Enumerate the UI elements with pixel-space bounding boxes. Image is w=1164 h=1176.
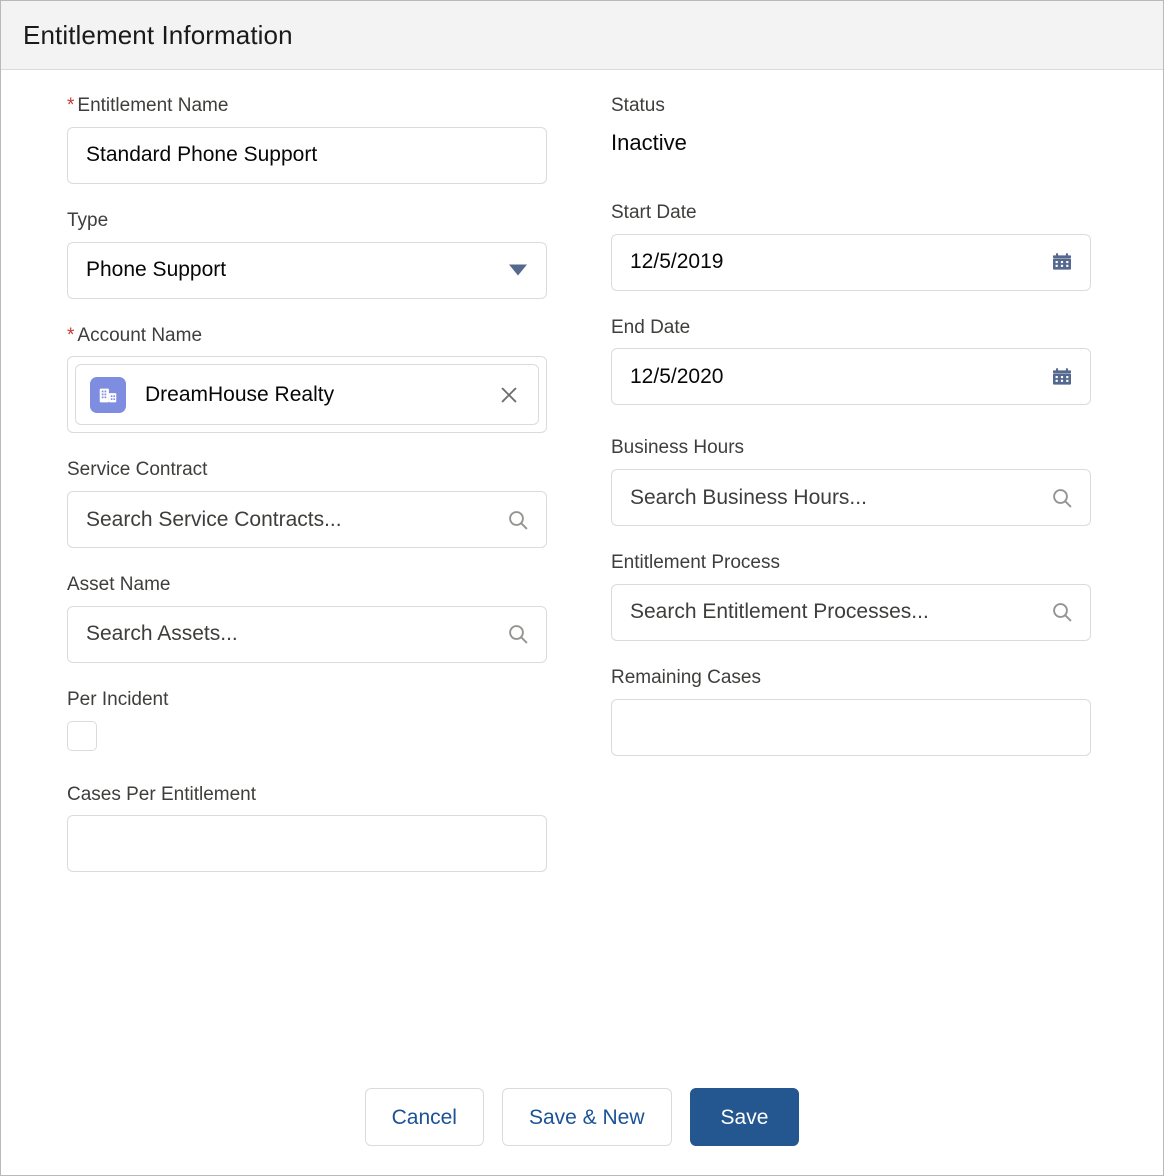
- label-remaining-cases: Remaining Cases: [611, 666, 761, 688]
- business-hours-input-wrap: [611, 469, 1091, 526]
- field-entitlement-process: Entitlement Process: [611, 551, 1091, 641]
- modal-footer: Cancel Save & New Save: [1, 1059, 1163, 1175]
- asset-name-input-wrap: [67, 605, 547, 663]
- label-cases-per-entitlement: Cases Per Entitlement: [67, 783, 257, 805]
- form-grid: *Entitlement Name Type *Account Name: [67, 94, 1097, 897]
- save-and-new-button[interactable]: Save & New: [501, 1088, 672, 1146]
- field-account-name: * Account Name DreamHouse Realty: [67, 324, 547, 434]
- field-per-incident: Per Incident: [67, 688, 547, 751]
- modal-header: Entitlement Information: [1, 1, 1163, 70]
- service-contract-input[interactable]: [67, 491, 547, 548]
- status-value: Inactive: [611, 129, 687, 155]
- entitlement-process-input-wrap: [611, 583, 1091, 641]
- entitlement-edit-modal: Entitlement Information * Entitlement Nam…: [0, 0, 1164, 1176]
- remaining-cases-input[interactable]: [611, 698, 1091, 756]
- required-asterisk: *: [67, 324, 75, 346]
- chevron-down-icon: [509, 264, 527, 276]
- service-contract-input-wrap: [67, 491, 547, 548]
- label-service-contract: Service Contract: [67, 459, 208, 481]
- required-asterisk: *: [67, 95, 75, 116]
- label-business-hours: Business Hours: [611, 437, 745, 459]
- field-end-date: End Date: [611, 316, 1091, 406]
- close-icon: [501, 387, 517, 403]
- field-asset-name: Asset Name: [67, 573, 547, 663]
- asset-name-input[interactable]: [67, 605, 547, 663]
- field-entitlement-name: * Entitlement Name: [67, 94, 547, 184]
- entitlement-name-input[interactable]: [67, 126, 547, 184]
- account-lookup-container: DreamHouse Realty: [67, 356, 547, 434]
- field-service-contract: Service Contract: [67, 458, 547, 548]
- end-date-input-wrap: [611, 348, 1091, 406]
- form-column-right: Status Inactive Start Date 12/5/2019 End…: [611, 94, 1091, 897]
- label-end-date: End Date: [611, 316, 691, 338]
- per-incident-checkbox[interactable]: [67, 720, 97, 751]
- account-building-icon: [90, 376, 126, 413]
- cases-per-entitlement-input-wrap: [67, 815, 547, 873]
- label-account-name: * Account Name: [67, 324, 203, 346]
- account-name-value: DreamHouse Realty: [145, 382, 335, 406]
- field-business-hours: Business Hours: [611, 436, 1091, 526]
- entitlement-name-input-wrap: [67, 126, 547, 184]
- label-entitlement-name: * Entitlement Name: [67, 95, 229, 116]
- field-status: Status Inactive: [611, 94, 1091, 159]
- field-start-date: Start Date: [611, 201, 1091, 291]
- account-selected-pill[interactable]: DreamHouse Realty: [75, 364, 539, 426]
- type-combobox[interactable]: [67, 241, 547, 299]
- label-per-incident: Per Incident: [67, 688, 169, 710]
- field-cases-per-entitlement: Cases Per Entitlement: [67, 783, 547, 873]
- label-type: Type: [67, 209, 109, 231]
- entitlement-process-input[interactable]: [611, 583, 1091, 641]
- label-asset-name: Asset Name: [67, 574, 171, 595]
- form-body: *Entitlement Name Type *Account Name: [1, 70, 1163, 897]
- label-status: Status: [611, 95, 665, 116]
- field-remaining-cases: Remaining Cases: [611, 666, 1091, 756]
- start-date-input-wrap: [611, 233, 1091, 291]
- clear-account-button[interactable]: [492, 378, 526, 412]
- form-column-left: *Entitlement Name Type *Account Name: [67, 94, 547, 897]
- page-title: Entitlement Information: [23, 19, 293, 50]
- end-date-input[interactable]: [611, 348, 1091, 406]
- cases-per-entitlement-input[interactable]: [67, 815, 547, 873]
- save-button[interactable]: Save: [689, 1088, 800, 1146]
- label-start-date: Start Date: [611, 201, 697, 223]
- start-date-input[interactable]: [611, 233, 1091, 291]
- field-type: Type: [67, 209, 547, 299]
- calendar-icon[interactable]: [1049, 249, 1075, 275]
- type-input[interactable]: [67, 241, 547, 299]
- calendar-icon[interactable]: [1049, 364, 1075, 390]
- business-hours-input[interactable]: [611, 469, 1091, 526]
- label-entitlement-process: Entitlement Process: [611, 552, 780, 573]
- cancel-button[interactable]: Cancel: [364, 1088, 484, 1146]
- remaining-cases-input-wrap: [611, 698, 1091, 756]
